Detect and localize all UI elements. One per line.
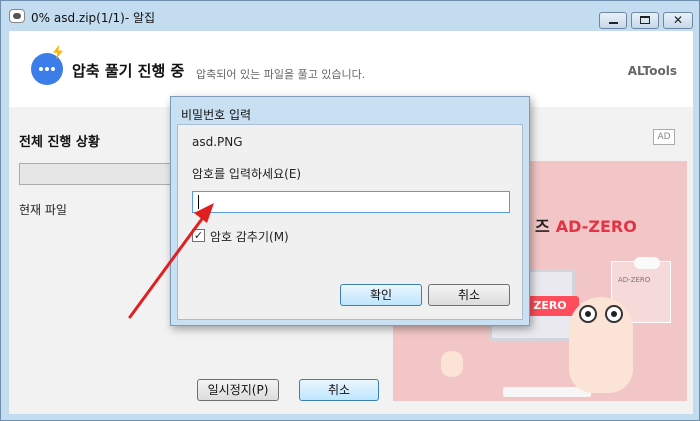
annotation-arrow <box>128 203 214 319</box>
